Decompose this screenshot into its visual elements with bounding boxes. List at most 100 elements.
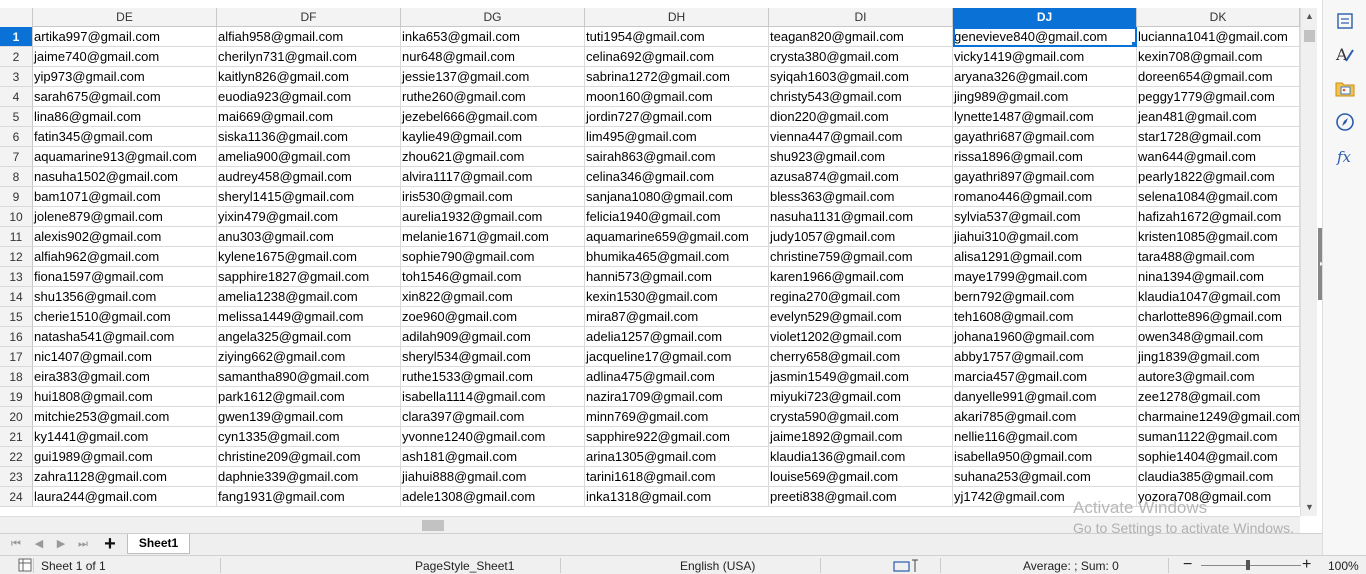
row-header[interactable]: 4 [0,87,33,107]
grid-cell[interactable]: ruthe260@gmail.com [401,87,585,107]
grid-cell[interactable]: arina1305@gmail.com [585,447,769,467]
grid-cell[interactable]: bern792@gmail.com [953,287,1137,307]
grid-cell[interactable]: eira383@gmail.com [33,367,217,387]
grid-cell[interactable]: nasuha1502@gmail.com [33,167,217,187]
prev-sheet-icon[interactable]: ◀ [32,537,46,551]
grid-cell[interactable]: christy543@gmail.com [769,87,953,107]
grid-cell[interactable]: alfiah958@gmail.com [217,27,401,47]
grid-cell[interactable]: klaudia136@gmail.com [769,447,953,467]
grid-cell[interactable]: ash181@gmail.com [401,447,585,467]
grid-cell[interactable]: jean481@gmail.com [1137,107,1300,127]
grid-cell[interactable]: kexin1530@gmail.com [585,287,769,307]
grid-cell[interactable]: toh1546@gmail.com [401,267,585,287]
grid-cell[interactable]: pearly1822@gmail.com [1137,167,1300,187]
grid-cell[interactable]: sabrina1272@gmail.com [585,67,769,87]
column-header-dh[interactable]: DH [585,8,769,27]
grid-cell[interactable]: anu303@gmail.com [217,227,401,247]
grid-cell[interactable]: nic1407@gmail.com [33,347,217,367]
grid-cell[interactable]: isabella1114@gmail.com [401,387,585,407]
grid-cell[interactable]: evelyn529@gmail.com [769,307,953,327]
spreadsheet-grid[interactable]: DE DF DG DH DI DJ DK 1 artika997@gmail.com alfia… [0,8,1300,516]
grid-cell[interactable]: autore3@gmail.com [1137,367,1300,387]
row-header[interactable]: 11 [0,227,33,247]
grid-cell[interactable]: sylvia537@gmail.com [953,207,1137,227]
grid-cell[interactable]: louise569@gmail.com [769,467,953,487]
grid-cell[interactable]: rissa1896@gmail.com [953,147,1137,167]
grid-cell[interactable]: amelia900@gmail.com [217,147,401,167]
grid-cell[interactable]: jezebel666@gmail.com [401,107,585,127]
grid-cell[interactable]: jing989@gmail.com [953,87,1137,107]
grid-cell[interactable]: teagan820@gmail.com [769,27,953,47]
grid-cell[interactable]: peggy1779@gmail.com [1137,87,1300,107]
styles-icon[interactable]: A [1334,43,1356,65]
selection-mode-icon[interactable] [893,559,923,574]
grid-cell[interactable]: clara397@gmail.com [401,407,585,427]
next-sheet-icon[interactable]: ▶ [54,537,68,551]
grid-cell[interactable]: sapphire1827@gmail.com [217,267,401,287]
grid-cell[interactable]: kaylie49@gmail.com [401,127,585,147]
grid-cell[interactable]: jaime1892@gmail.com [769,427,953,447]
vertical-scroll-thumb[interactable] [1304,30,1315,42]
row-header[interactable]: 1 [0,27,33,47]
grid-cell[interactable]: azusa874@gmail.com [769,167,953,187]
zoom-out-icon[interactable]: − [1183,556,1192,574]
row-header[interactable]: 20 [0,407,33,427]
grid-cell[interactable]: sarah675@gmail.com [33,87,217,107]
grid-cell[interactable]: mira87@gmail.com [585,307,769,327]
sheet-position[interactable]: Sheet 1 of 1 [41,559,106,573]
grid-cell[interactable]: yj1742@gmail.com [953,487,1137,507]
page-style[interactable]: PageStyle_Sheet1 [415,559,514,573]
grid-cell[interactable]: minn769@gmail.com [585,407,769,427]
grid-cell[interactable]: abby1757@gmail.com [953,347,1137,367]
row-header[interactable]: 16 [0,327,33,347]
row-header[interactable]: 5 [0,107,33,127]
add-sheet-button[interactable]: + [101,534,119,554]
grid-cell[interactable]: fatin345@gmail.com [33,127,217,147]
grid-cell[interactable]: charlotte896@gmail.com [1137,307,1300,327]
grid-cell[interactable]: sairah863@gmail.com [585,147,769,167]
grid-cell[interactable]: jacqueline17@gmail.com [585,347,769,367]
grid-cell[interactable]: alfiah962@gmail.com [33,247,217,267]
grid-cell[interactable]: karen1966@gmail.com [769,267,953,287]
grid-cell[interactable]: sapphire922@gmail.com [585,427,769,447]
properties-icon[interactable] [1334,10,1356,32]
column-header-df[interactable]: DF [217,8,401,27]
row-header[interactable]: 17 [0,347,33,367]
select-all-corner[interactable] [0,8,33,27]
grid-cell[interactable]: inka1318@gmail.com [585,487,769,507]
grid-cell[interactable]: nazira1709@gmail.com [585,387,769,407]
grid-cell[interactable]: owen348@gmail.com [1137,327,1300,347]
grid-cell[interactable]: suhana253@gmail.com [953,467,1137,487]
grid-cell[interactable]: judy1057@gmail.com [769,227,953,247]
grid-cell[interactable]: sophie790@gmail.com [401,247,585,267]
column-header-de[interactable]: DE [33,8,217,27]
grid-cell[interactable]: hanni573@gmail.com [585,267,769,287]
grid-cell[interactable]: yvonne1240@gmail.com [401,427,585,447]
grid-cell[interactable]: melissa1449@gmail.com [217,307,401,327]
grid-cell[interactable]: jing1839@gmail.com [1137,347,1300,367]
grid-cell[interactable]: marcia457@gmail.com [953,367,1137,387]
row-header[interactable]: 12 [0,247,33,267]
grid-cell[interactable]: moon160@gmail.com [585,87,769,107]
sum-info[interactable]: Average: ; Sum: 0 [1023,559,1119,573]
zoom-in-icon[interactable]: + [1302,556,1311,574]
grid-cell[interactable]: alexis902@gmail.com [33,227,217,247]
grid-cell[interactable]: maye1799@gmail.com [953,267,1137,287]
language[interactable]: English (USA) [680,559,755,573]
grid-cell[interactable]: zee1278@gmail.com [1137,387,1300,407]
scroll-up-icon[interactable]: ▲ [1301,8,1318,25]
row-header[interactable]: 7 [0,147,33,167]
row-header[interactable]: 21 [0,427,33,447]
grid-cell[interactable]: lynette1487@gmail.com [953,107,1137,127]
column-header-dk[interactable]: DK [1137,8,1300,27]
grid-cell[interactable]: sophie1404@gmail.com [1137,447,1300,467]
grid-cell[interactable]: doreen654@gmail.com [1137,67,1300,87]
grid-cell[interactable]: jolene879@gmail.com [33,207,217,227]
grid-cell[interactable]: yixin479@gmail.com [217,207,401,227]
grid-cell[interactable]: aquamarine913@gmail.com [33,147,217,167]
grid-cell[interactable]: aryana326@gmail.com [953,67,1137,87]
grid-cell[interactable]: bam1071@gmail.com [33,187,217,207]
grid-cell[interactable]: laura244@gmail.com [33,487,217,507]
column-header-di[interactable]: DI [769,8,953,27]
grid-cell[interactable]: gwen139@gmail.com [217,407,401,427]
